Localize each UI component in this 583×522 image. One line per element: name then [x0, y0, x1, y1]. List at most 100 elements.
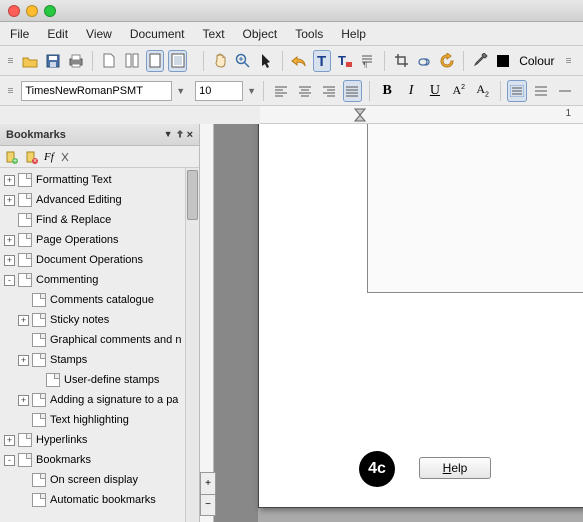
bookmark-item[interactable]: + Hyperlinks [0, 430, 199, 450]
bookmark-item[interactable]: -Bookmarks [0, 450, 199, 470]
tree-toggle-icon[interactable]: + [4, 255, 15, 266]
bookmark-label: Hyperlinks [36, 434, 87, 446]
menu-edit[interactable]: Edit [47, 27, 68, 41]
bookmark-item[interactable]: On screen display [0, 470, 199, 490]
redo-loop-icon[interactable] [437, 50, 456, 72]
bookmark-item[interactable]: Automatic bookmarks [0, 490, 199, 510]
page-fit-icon[interactable] [168, 50, 187, 72]
underline-icon[interactable]: U [425, 80, 445, 102]
bookmark-item[interactable]: Comments catalogue [0, 290, 199, 310]
bookmark-item[interactable]: +Page Operations [0, 230, 199, 250]
hand-tool-icon[interactable] [211, 50, 230, 72]
font-family-select[interactable] [21, 81, 172, 101]
workspace: Bookmarks ▼ × + × Ff +Formatting Text+Ad… [0, 124, 583, 522]
bookmark-item[interactable]: Graphical comments and n [0, 330, 199, 350]
align-center-icon[interactable] [295, 80, 315, 102]
tree-toggle-icon[interactable]: + [18, 395, 29, 406]
text-tool-icon[interactable]: T [313, 50, 332, 72]
page-icon [32, 353, 46, 367]
tree-toggle-icon[interactable]: + [18, 315, 29, 326]
bookmarks-header: Bookmarks ▼ × [0, 124, 199, 146]
add-bookmark-icon[interactable]: + [4, 150, 18, 164]
bookmark-item[interactable]: -Commenting [0, 270, 199, 290]
close-window-icon[interactable] [8, 5, 20, 17]
subscript-icon[interactable]: A2 [473, 80, 493, 102]
vertical-ruler [200, 124, 214, 522]
zoom-out-icon[interactable]: − [201, 494, 215, 516]
align-right-icon[interactable] [319, 80, 339, 102]
menu-object[interactable]: Object [243, 27, 278, 41]
zoom-window-icon[interactable] [44, 5, 56, 17]
align-left-icon[interactable] [271, 80, 291, 102]
list-single-icon[interactable] [555, 80, 575, 102]
eyedropper-icon[interactable] [471, 50, 490, 72]
help-button[interactable]: Help [419, 457, 491, 479]
bookmark-item[interactable]: User-define stamps [0, 370, 199, 390]
panel-pin-icon[interactable] [175, 129, 185, 141]
panel-menu-icon[interactable]: ▼ [164, 129, 173, 141]
crop-icon[interactable] [392, 50, 411, 72]
font-size-select[interactable] [195, 81, 243, 101]
list-lines-icon[interactable] [531, 80, 551, 102]
zoom-tool-icon[interactable] [234, 50, 253, 72]
delete-bookmark-icon[interactable]: × [24, 150, 38, 164]
zoom-in-icon[interactable]: + [201, 473, 215, 494]
open-icon[interactable] [21, 50, 40, 72]
bookmark-settings-icon[interactable] [60, 151, 72, 163]
bookmark-label: Text highlighting [50, 414, 129, 426]
tree-toggle-icon[interactable]: + [18, 355, 29, 366]
bookmark-item[interactable]: Find & Replace [0, 210, 199, 230]
bookmark-item[interactable]: +Document Operations [0, 250, 199, 270]
pointer-tool-icon[interactable] [256, 50, 275, 72]
page-icon [32, 393, 46, 407]
menu-file[interactable]: File [10, 27, 29, 41]
bookmark-item[interactable]: +Formatting Text [0, 170, 199, 190]
bookmark-item[interactable]: +Sticky notes [0, 310, 199, 330]
menubar: File Edit View Document Text Object Tool… [0, 22, 583, 46]
tree-toggle-icon[interactable]: - [4, 455, 15, 466]
undo-icon[interactable] [290, 50, 309, 72]
new-page-icon[interactable] [100, 50, 119, 72]
panel-close-icon[interactable]: × [187, 129, 193, 141]
page-icon [32, 333, 46, 347]
align-justify-icon[interactable] [343, 80, 363, 102]
bookmark-font-icon[interactable]: Ff [44, 151, 54, 163]
menu-view[interactable]: View [86, 27, 112, 41]
document-area[interactable]: URL: http.//www.iceni.com Help 4c Iceni … [200, 124, 583, 522]
svg-text:+: + [13, 158, 17, 164]
bookmark-item[interactable]: +Advanced Editing [0, 190, 199, 210]
link-icon[interactable] [414, 50, 433, 72]
menu-document[interactable]: Document [130, 27, 185, 41]
page-icon [18, 193, 32, 207]
page-columns-icon[interactable] [123, 50, 142, 72]
superscript-icon[interactable]: A2 [449, 80, 469, 102]
bookmark-label: Adding a signature to a pa [50, 394, 178, 406]
page-icon [32, 293, 46, 307]
bold-icon[interactable]: B [377, 80, 397, 102]
tree-toggle-icon[interactable]: - [4, 275, 15, 286]
save-icon[interactable] [44, 50, 63, 72]
paragraph-tool-icon[interactable]: ¶ [358, 50, 377, 72]
bookmark-item[interactable]: +Stamps [0, 350, 199, 370]
colour-swatch-icon[interactable] [493, 50, 512, 72]
menu-text[interactable]: Text [203, 27, 225, 41]
tree-scrollbar[interactable] [185, 168, 199, 522]
tree-toggle-icon[interactable]: + [4, 435, 15, 446]
ruler-indent-marker[interactable] [354, 108, 366, 122]
tree-toggle-icon[interactable]: + [4, 175, 15, 186]
text-color-tool-icon[interactable]: T [335, 50, 354, 72]
menu-help[interactable]: Help [341, 27, 366, 41]
print-icon[interactable] [66, 50, 85, 72]
tree-toggle-icon[interactable]: + [4, 235, 15, 246]
menu-tools[interactable]: Tools [295, 27, 323, 41]
zoom-control[interactable]: + − [200, 472, 216, 516]
colour-label: Colour [519, 54, 554, 68]
list-boxed-icon[interactable] [507, 80, 527, 102]
bookmark-item[interactable]: Text highlighting [0, 410, 199, 430]
page-icon [32, 473, 46, 487]
tree-toggle-icon[interactable]: + [4, 195, 15, 206]
minimize-window-icon[interactable] [26, 5, 38, 17]
bookmark-item[interactable]: + Adding a signature to a pa [0, 390, 199, 410]
italic-icon[interactable]: I [401, 80, 421, 102]
page-single-icon[interactable] [146, 50, 165, 72]
